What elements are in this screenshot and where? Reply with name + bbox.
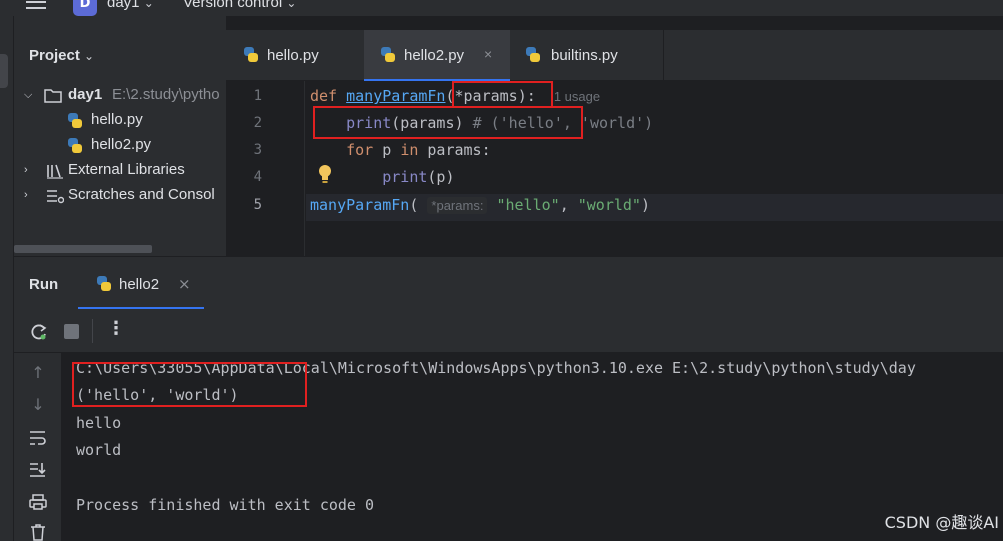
code-string: "hello" bbox=[496, 196, 560, 214]
code-keyword: def bbox=[310, 87, 338, 105]
trash-icon[interactable] bbox=[28, 523, 48, 541]
parameter-inlay-hint: *params: bbox=[427, 197, 488, 214]
console-line: world bbox=[76, 441, 122, 459]
chevron-down-icon: ⌄ bbox=[286, 0, 297, 10]
close-icon[interactable]: × bbox=[178, 275, 191, 293]
run-tab-label: hello2 bbox=[119, 276, 160, 293]
chevron-down-icon[interactable]: ⌵ bbox=[24, 89, 34, 102]
soft-wrap-icon[interactable] bbox=[28, 429, 48, 447]
code-args: (p) bbox=[427, 168, 455, 186]
code-text: , bbox=[559, 196, 578, 214]
project-selector[interactable]: day1 ⌄ bbox=[107, 0, 154, 11]
python-file-icon bbox=[97, 276, 111, 291]
project-panel: Project ⌄ ⌵ day1 E:\2.study\pytho hello.… bbox=[14, 16, 226, 256]
scroll-to-end-icon[interactable] bbox=[28, 461, 48, 479]
title-bar: D day1 ⌄ Version control ⌄ bbox=[0, 0, 1003, 16]
console-line: hello bbox=[76, 414, 122, 432]
code-function-name: manyParamFn bbox=[310, 196, 410, 214]
tree-item-label: hello2.py bbox=[91, 136, 152, 153]
run-side-toolbar: ↑ ↓ bbox=[14, 353, 62, 541]
tab-label: builtins.py bbox=[551, 47, 618, 64]
code-builtin: print bbox=[382, 168, 428, 186]
tab-builtins-py[interactable]: builtins.py bbox=[511, 30, 664, 81]
code-line-4: print(p) bbox=[310, 168, 455, 186]
tree-item-label: Scratches and Consol bbox=[68, 186, 215, 203]
chevron-right-icon[interactable]: › bbox=[24, 164, 34, 176]
library-icon bbox=[47, 164, 63, 179]
tab-hello2-py[interactable]: hello2.py × bbox=[364, 30, 510, 81]
main-menu-icon[interactable] bbox=[26, 0, 46, 11]
chevron-right-icon[interactable]: › bbox=[24, 189, 34, 201]
toolbar-divider bbox=[92, 319, 93, 343]
code-function-name: manyParamFn bbox=[346, 87, 446, 105]
tab-label: hello.py bbox=[267, 47, 319, 64]
more-options-icon[interactable]: ⋮ bbox=[107, 318, 125, 339]
line-number: 1 bbox=[253, 88, 262, 104]
code-paren: ( bbox=[409, 196, 419, 214]
arrow-down-icon[interactable]: ↓ bbox=[28, 395, 48, 414]
scratches-icon bbox=[47, 190, 64, 204]
project-panel-title[interactable]: Project ⌄ bbox=[29, 47, 94, 64]
python-file-icon bbox=[68, 113, 82, 128]
line-number: 3 bbox=[253, 142, 262, 158]
annotation-box bbox=[452, 81, 553, 108]
code-text: params: bbox=[418, 141, 491, 159]
tree-item-path: E:\2.study\pytho bbox=[112, 86, 220, 103]
tree-item-label: External Libraries bbox=[68, 161, 185, 178]
code-paren: ) bbox=[640, 196, 650, 214]
watermark: CSDN @趣谈AI bbox=[884, 513, 999, 532]
project-name: day1 bbox=[107, 0, 140, 11]
annotation-box bbox=[72, 362, 307, 407]
annotation-box bbox=[313, 106, 583, 139]
python-file-icon bbox=[381, 47, 395, 62]
horizontal-scrollbar[interactable] bbox=[14, 245, 152, 253]
line-number: 5 bbox=[253, 197, 262, 213]
close-icon[interactable]: × bbox=[484, 46, 492, 62]
python-file-icon bbox=[526, 47, 540, 62]
code-keyword: for bbox=[346, 141, 374, 159]
run-tab-hello2[interactable]: hello2 × bbox=[78, 257, 204, 309]
python-file-icon bbox=[244, 47, 258, 62]
left-tool-stripe bbox=[0, 16, 14, 541]
editor-gutter: 1 2 3 4 5 bbox=[226, 81, 331, 256]
line-number: 2 bbox=[253, 115, 262, 131]
project-tool-button[interactable] bbox=[0, 54, 8, 88]
code-line-5: manyParamFn( *params: "hello", "world") bbox=[310, 196, 650, 214]
usage-hint[interactable]: 1 usage bbox=[554, 89, 600, 104]
chevron-down-icon: ⌄ bbox=[84, 49, 95, 63]
code-keyword: in bbox=[400, 141, 419, 159]
stop-icon[interactable] bbox=[64, 324, 79, 339]
code-text: p bbox=[373, 141, 401, 159]
editor-tab-bar: hello.py hello2.py × builtins.py bbox=[226, 30, 1003, 81]
folder-icon bbox=[44, 89, 62, 103]
python-file-icon bbox=[68, 138, 82, 153]
rerun-icon[interactable] bbox=[29, 322, 49, 342]
run-panel-title: Run bbox=[29, 276, 59, 293]
code-line-3: for p in params: bbox=[310, 141, 491, 159]
tab-label: hello2.py bbox=[404, 47, 465, 64]
console-line: Process finished with exit code 0 bbox=[76, 496, 375, 514]
vcs-label: Version control bbox=[183, 0, 283, 11]
arrow-up-icon[interactable]: ↑ bbox=[28, 363, 48, 382]
chevron-down-icon: ⌄ bbox=[143, 0, 154, 10]
tab-hello-py[interactable]: hello.py bbox=[226, 30, 363, 81]
vcs-selector[interactable]: Version control ⌄ bbox=[183, 0, 296, 11]
code-string: "world" bbox=[577, 196, 641, 214]
print-icon[interactable] bbox=[28, 493, 48, 511]
project-title-label: Project bbox=[29, 47, 80, 64]
tree-item-label: day1 bbox=[68, 86, 103, 103]
line-number: 4 bbox=[253, 169, 262, 185]
project-badge[interactable]: D bbox=[73, 0, 97, 16]
tree-item-label: hello.py bbox=[91, 111, 143, 128]
run-toolbar: ⋮ bbox=[14, 309, 1003, 353]
